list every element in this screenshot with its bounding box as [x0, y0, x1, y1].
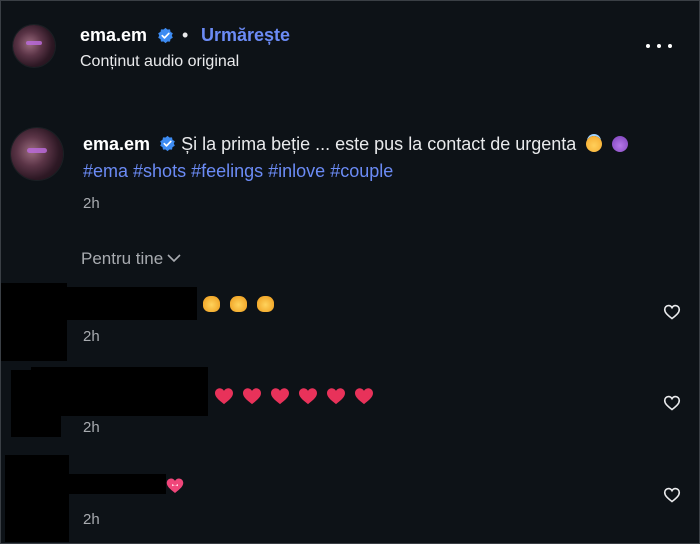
follow-button[interactable]: Urmărește	[201, 25, 290, 46]
hashtag-ema[interactable]: #ema	[83, 161, 128, 181]
audio-label[interactable]: Conținut audio original	[80, 53, 239, 71]
header-avatar[interactable]	[13, 25, 55, 67]
comment-emoji	[214, 387, 382, 405]
clapping-hands-icon	[203, 296, 220, 312]
verified-icon	[158, 27, 173, 44]
caption-text: Și la prima beție ... este pus la contac…	[181, 134, 577, 154]
comment-filter-dropdown[interactable]: Pentru tine	[81, 249, 181, 269]
angry-face-with-horns-icon	[612, 136, 629, 152]
clapping-hands-icon	[230, 296, 247, 312]
hashtag-shots[interactable]: #shots	[133, 161, 186, 181]
separator-dot: •	[182, 25, 189, 45]
chevron-down-icon	[167, 254, 181, 263]
heart-with-ribbon-icon	[166, 478, 184, 493]
smiling-face-with-halo-icon	[586, 136, 603, 152]
comment-timestamp: 2h	[83, 511, 100, 528]
post-panel: ema.em • Urmărește Conținut audio origin…	[0, 0, 700, 544]
caption-avatar[interactable]	[11, 128, 63, 180]
more-options-icon[interactable]	[646, 33, 672, 59]
hashtags: #ema #shots #feelings #inlove #couple	[83, 161, 398, 182]
red-heart-icon	[299, 388, 317, 405]
red-heart-icon	[327, 388, 345, 405]
redacted-comment-text	[69, 474, 166, 494]
caption-timestamp: 2h	[83, 195, 100, 212]
redacted-avatar	[1, 283, 67, 361]
red-heart-icon	[355, 388, 373, 405]
caption-username[interactable]: ema.em	[83, 134, 150, 154]
redacted-comment-text	[67, 287, 197, 320]
hashtag-couple[interactable]: #couple	[330, 161, 393, 181]
redacted-comment-text	[31, 367, 208, 416]
red-heart-icon	[271, 388, 289, 405]
comment-filter-label: Pentru tine	[81, 249, 164, 268]
comment-timestamp: 2h	[83, 419, 100, 436]
redacted-avatar	[5, 455, 69, 542]
heart-icon[interactable]	[663, 395, 681, 411]
verified-icon	[160, 135, 175, 152]
hashtag-inlove[interactable]: #inlove	[268, 161, 325, 181]
caption: ema.em Și la prima beție ... este pus la…	[83, 134, 629, 155]
comment-timestamp: 2h	[83, 328, 100, 345]
heart-icon[interactable]	[663, 487, 681, 503]
comment-emoji	[203, 296, 284, 312]
comment-emoji	[166, 477, 184, 494]
hashtag-feelings[interactable]: #feelings	[191, 161, 263, 181]
clapping-hands-icon	[257, 296, 274, 312]
red-heart-icon	[243, 388, 261, 405]
header-username[interactable]: ema.em	[80, 25, 147, 46]
red-heart-icon	[215, 388, 233, 405]
heart-icon[interactable]	[663, 304, 681, 320]
